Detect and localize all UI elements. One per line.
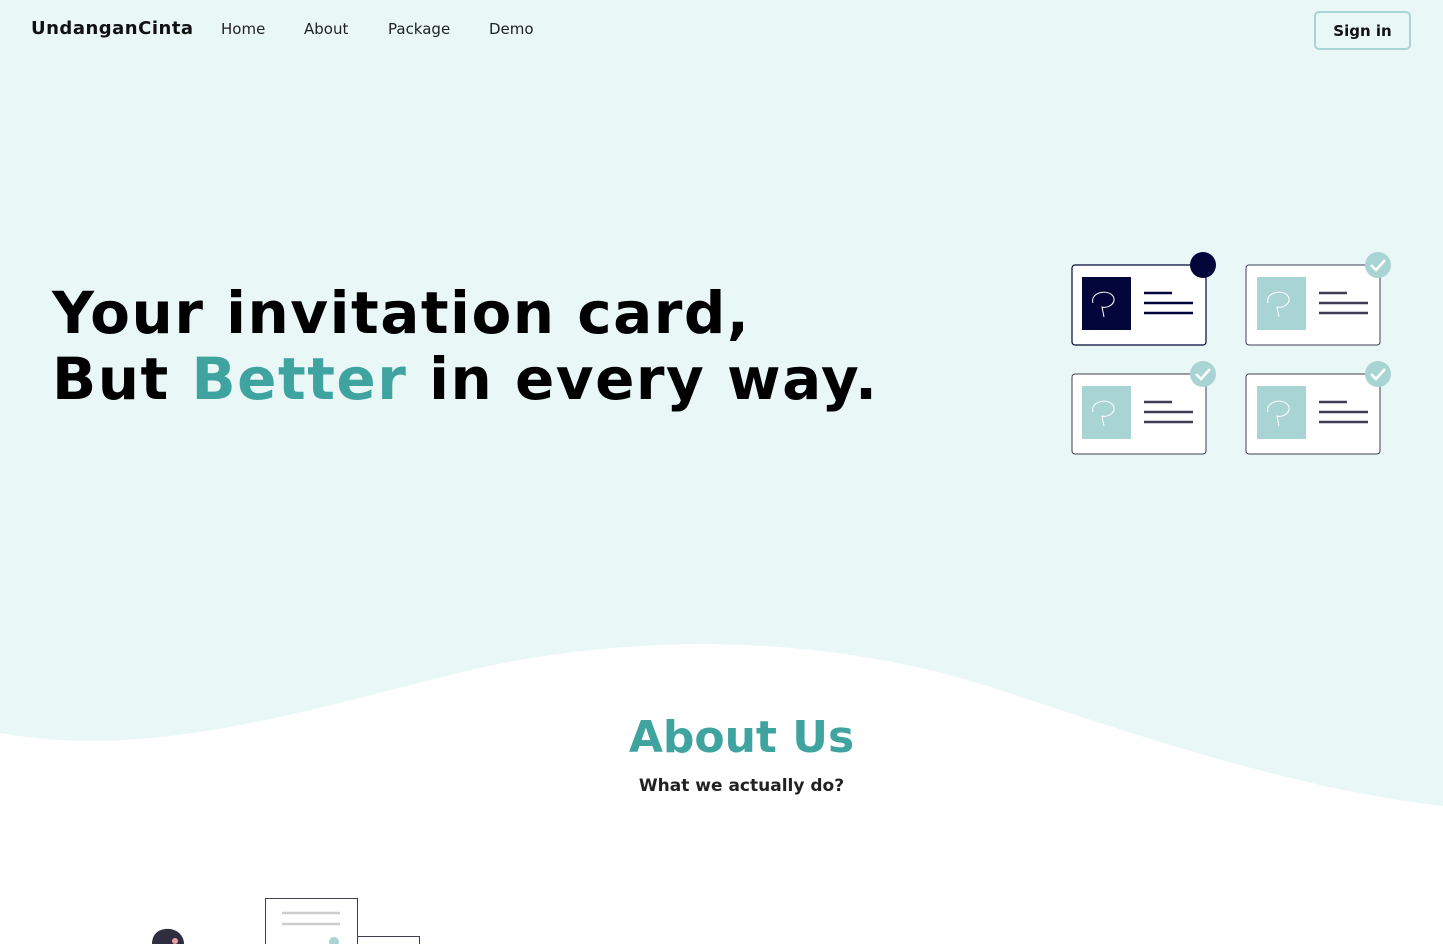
hero-line-1: Your invitation card, <box>52 279 751 347</box>
check-icon <box>1365 252 1391 278</box>
nav-link-demo[interactable]: Demo <box>489 20 534 38</box>
invitation-cards-illustration <box>1071 252 1391 455</box>
sign-in-button[interactable]: Sign in <box>1314 11 1411 50</box>
check-icon <box>1190 361 1216 387</box>
navbar: UndanganCinta Home About Package Demo Si… <box>0 0 1443 60</box>
about-title: About Us <box>628 712 855 763</box>
invitation-card <box>1245 361 1391 455</box>
check-icon <box>1365 361 1391 387</box>
about-subtitle: What we actually do? <box>638 776 845 796</box>
hero-line-2-suffix: in every way. <box>429 345 879 413</box>
about-illustration <box>152 898 420 944</box>
hero-background <box>0 0 1443 944</box>
nav-link-about[interactable]: About <box>304 20 348 38</box>
brand-logo[interactable]: UndanganCinta <box>31 18 194 39</box>
nav-link-home[interactable]: Home <box>221 20 265 38</box>
hero-line-2-prefix: But <box>52 345 170 413</box>
nav-link-package[interactable]: Package <box>388 20 450 38</box>
hero-headline: Your invitation card, But Better in ever… <box>52 280 878 412</box>
invitation-card <box>1245 252 1391 346</box>
invitation-card <box>1071 361 1216 455</box>
invitation-card-selected <box>1071 252 1216 346</box>
hero-line-2-accent: Better <box>191 345 408 413</box>
